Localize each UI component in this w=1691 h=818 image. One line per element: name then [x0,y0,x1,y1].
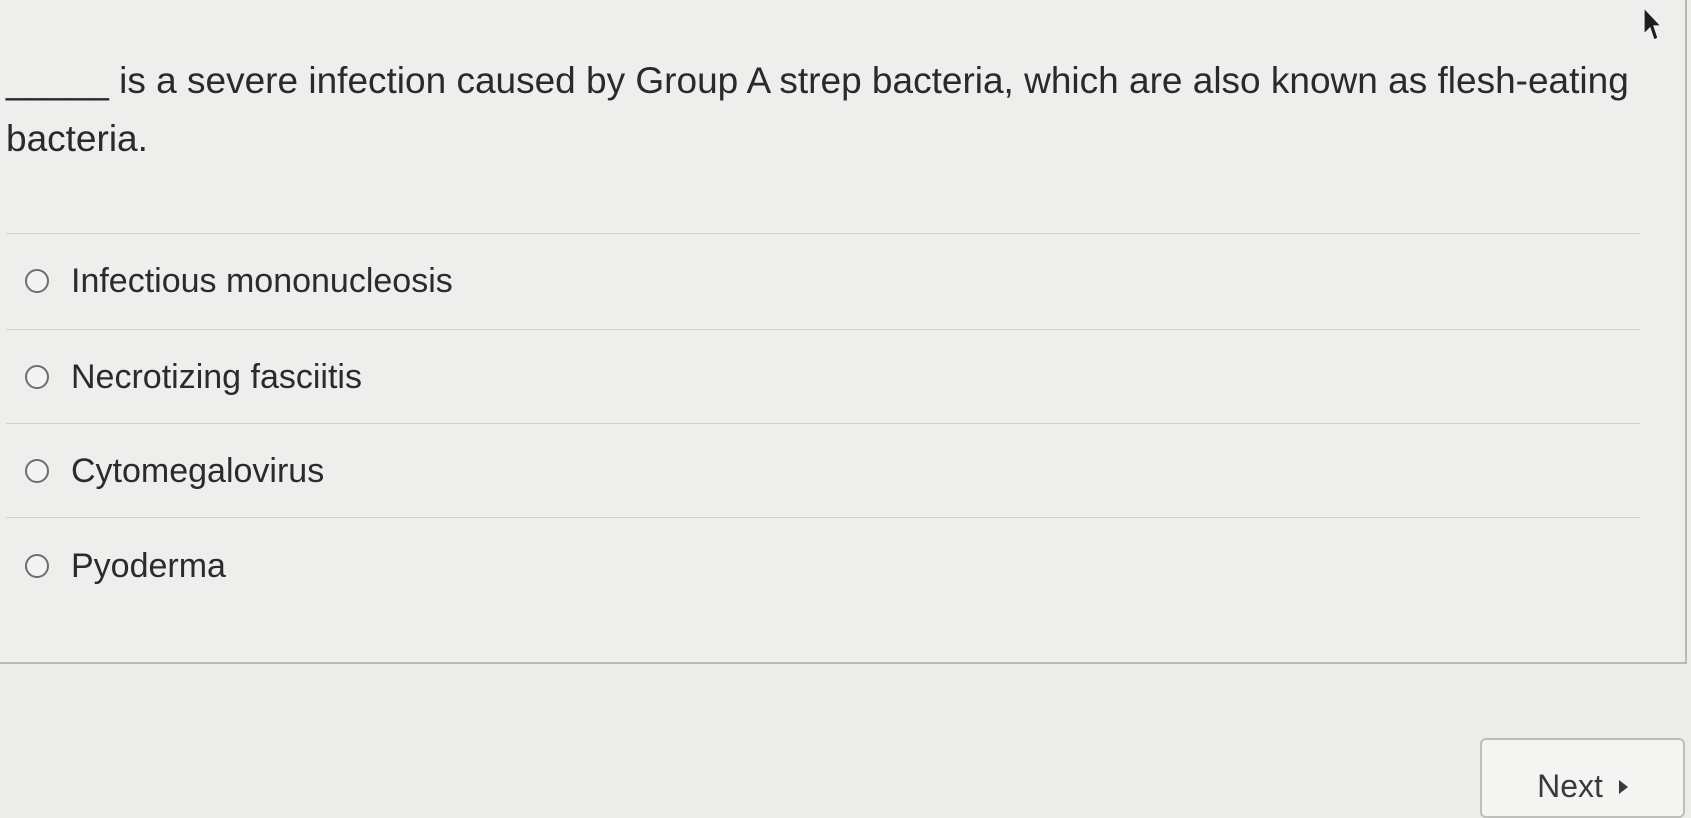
question-text: _____ is a severe infection caused by Gr… [6,52,1646,168]
option-necrotizing-fasciitis[interactable]: Necrotizing fasciitis [25,347,362,407]
option-label: Necrotizing fasciitis [71,357,362,396]
divider [6,423,1640,424]
option-label: Infectious mononucleosis [71,261,453,300]
quiz-panel: _____ is a severe infection caused by Gr… [0,0,1687,664]
option-pyoderma[interactable]: Pyoderma [25,536,226,596]
radio-button[interactable] [25,459,49,483]
radio-button[interactable] [25,269,49,293]
option-label: Cytomegalovirus [71,451,325,490]
divider [6,329,1640,330]
mouse-pointer-icon [1643,6,1662,41]
divider [6,233,1640,234]
option-infectious-mononucleosis[interactable]: Infectious mononucleosis [25,251,453,311]
next-button[interactable]: Next [1480,738,1685,818]
option-cytomegalovirus[interactable]: Cytomegalovirus [25,441,324,501]
radio-button[interactable] [25,365,49,389]
radio-button[interactable] [25,554,49,578]
divider [6,517,1640,518]
triangle-right-icon [1618,780,1628,794]
option-label: Pyoderma [71,546,226,585]
question-body: is a severe infection caused by Group A … [6,60,1629,159]
next-label: Next [1537,768,1603,804]
question-blank: _____ [6,60,109,101]
